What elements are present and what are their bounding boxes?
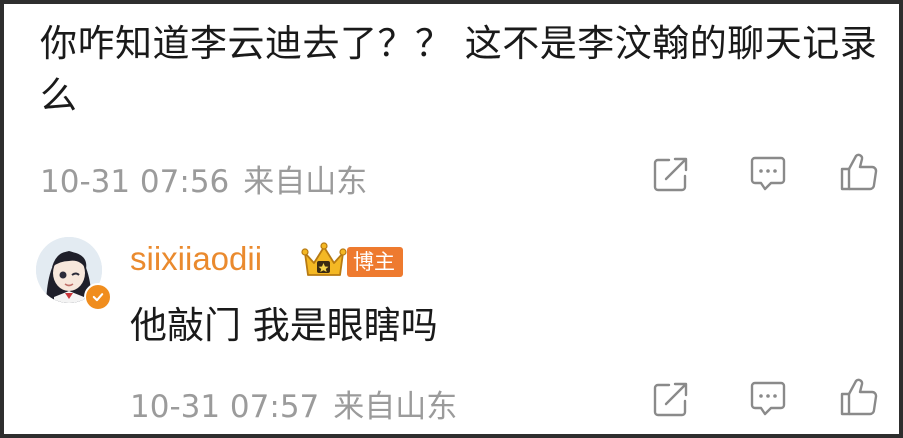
share-icon bbox=[653, 157, 688, 192]
reply-share-button[interactable] bbox=[649, 377, 693, 421]
reply-comment-button[interactable] bbox=[746, 377, 790, 421]
reply-like-button[interactable] bbox=[837, 375, 881, 419]
comment-time: 10-31 07:56 bbox=[40, 164, 230, 200]
share-button[interactable] bbox=[649, 152, 693, 196]
comment-text: 你咋知道李云迪去了？？ 这不是李汶翰的聊天记录么 bbox=[40, 22, 878, 117]
comment-button[interactable] bbox=[746, 152, 790, 196]
comment-icon bbox=[750, 156, 786, 191]
username-link[interactable]: siixiiaodii bbox=[130, 240, 262, 278]
author-badge: 博主 bbox=[347, 247, 403, 277]
share-icon bbox=[653, 382, 688, 417]
like-button[interactable] bbox=[837, 150, 881, 194]
like-icon bbox=[840, 153, 878, 191]
comment-meta: 10-31 07:56 来自山东 bbox=[40, 156, 367, 201]
comment-source: 来自山东 bbox=[243, 164, 368, 200]
comment-panel: 你咋知道李云迪去了？？ 这不是李汶翰的聊天记录么 10-31 07:56 来自山东 bbox=[4, 4, 899, 434]
reply-source: 来自山东 bbox=[333, 389, 458, 425]
reply-meta: 10-31 07:57 来自山东 bbox=[130, 381, 457, 426]
verified-icon bbox=[84, 283, 112, 311]
comment-icon bbox=[750, 381, 786, 416]
like-icon bbox=[840, 378, 878, 416]
reply-text: 他敲门 我是眼瞎吗 bbox=[130, 304, 438, 347]
reply-time: 10-31 07:57 bbox=[130, 389, 320, 425]
crown-icon bbox=[301, 241, 347, 281]
